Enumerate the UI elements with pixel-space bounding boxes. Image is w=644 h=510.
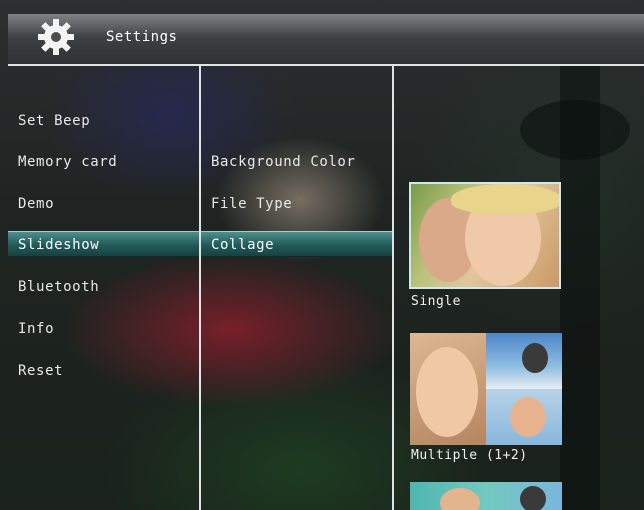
photo-face bbox=[520, 486, 546, 510]
menu-item-bluetooth[interactable]: Bluetooth bbox=[8, 274, 199, 300]
option-single-thumbnail[interactable] bbox=[409, 182, 561, 289]
submenu-item-collage[interactable]: Collage bbox=[201, 231, 392, 257]
option-multiple-thumbnail[interactable] bbox=[410, 333, 562, 445]
menu-item-info[interactable]: Info bbox=[8, 316, 199, 342]
photo-face bbox=[440, 488, 480, 510]
page-title: Settings bbox=[106, 29, 178, 45]
menu-item-reset[interactable]: Reset bbox=[8, 358, 199, 384]
menu-item-set-beep[interactable]: Set Beep bbox=[8, 108, 199, 134]
submenu-item-background-color[interactable]: Background Color bbox=[201, 149, 392, 175]
menu-item-memory-card[interactable]: Memory card bbox=[8, 149, 199, 175]
background-tree bbox=[520, 100, 630, 160]
divider bbox=[199, 64, 201, 510]
menu-item-demo[interactable]: Demo bbox=[8, 191, 199, 217]
option-next-thumbnail[interactable] bbox=[410, 482, 562, 510]
gear-icon bbox=[38, 19, 74, 55]
photo-face bbox=[522, 343, 548, 373]
photo-face bbox=[510, 397, 546, 437]
photo-hair bbox=[451, 184, 559, 214]
photo-frame-screen: Settings Set Beep Memory card Demo Slide… bbox=[0, 0, 644, 510]
option-single-label: Single bbox=[411, 294, 461, 309]
divider bbox=[392, 64, 394, 510]
photo-face bbox=[416, 347, 478, 437]
submenu-item-file-type[interactable]: File Type bbox=[201, 191, 392, 217]
option-multiple-label: Multiple (1+2) bbox=[411, 448, 528, 463]
menu-item-slideshow[interactable]: Slideshow bbox=[8, 231, 199, 257]
header-bar: Settings bbox=[8, 14, 644, 65]
divider bbox=[8, 64, 644, 66]
